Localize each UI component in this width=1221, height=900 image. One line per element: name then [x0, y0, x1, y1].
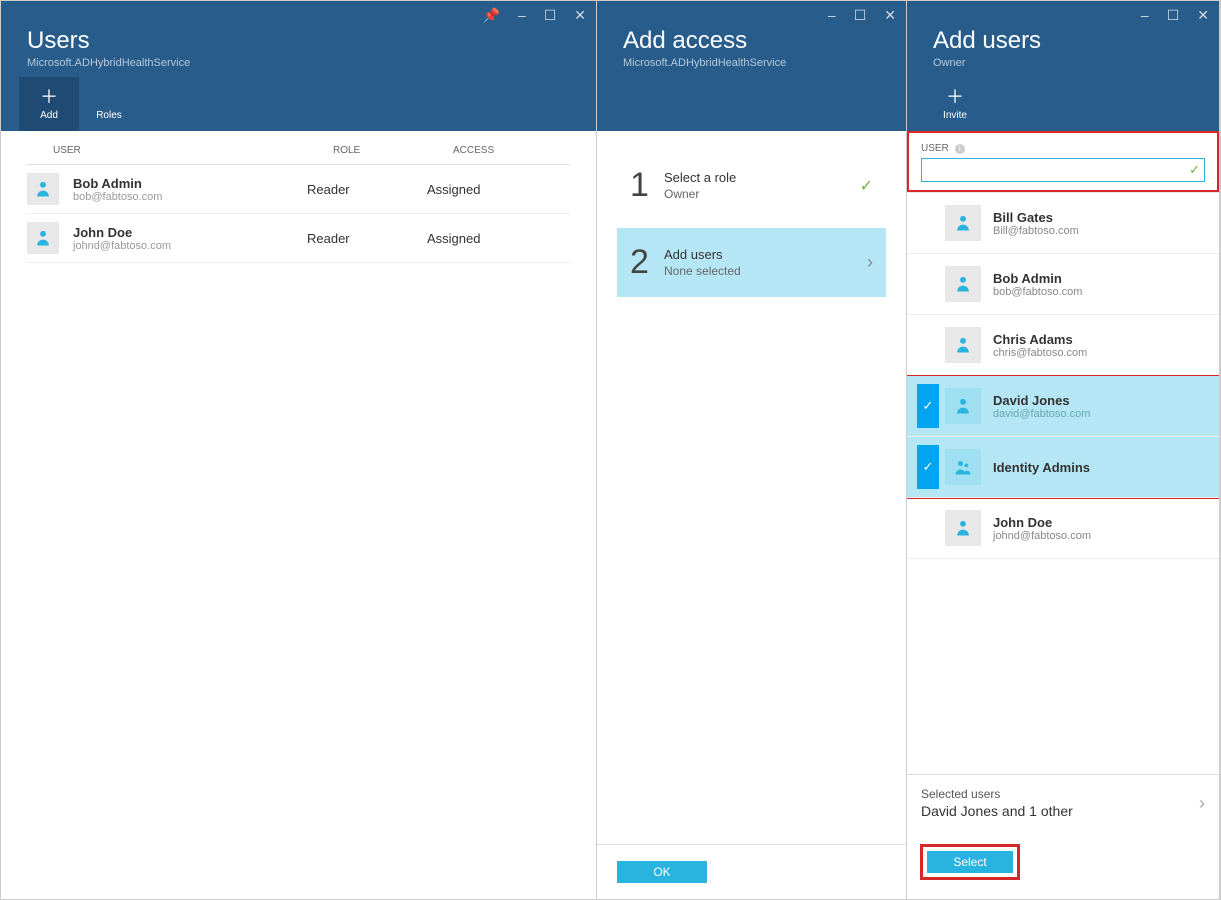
step-subtitle: None selected — [664, 264, 867, 278]
selected-label: Selected users — [921, 787, 1199, 801]
users-blade: 📌 – ☐ ✕ Users Microsoft.ADHybridHealthSe… — [1, 1, 597, 899]
wizard-step[interactable]: 1Select a role Owner✓ — [617, 151, 886, 220]
user-access: Assigned — [427, 231, 570, 246]
user-icon — [945, 327, 981, 363]
check-icon: ✓ — [860, 176, 873, 196]
user-name: John Doe — [993, 515, 1091, 530]
blade-subtitle: Owner — [933, 57, 1193, 69]
selection-indicator: ✓ — [917, 384, 939, 428]
group-icon — [945, 449, 981, 485]
plus-icon: ＋ — [40, 88, 58, 106]
plus-icon: ＋ — [946, 88, 964, 106]
user-icon — [27, 222, 59, 254]
user-icon — [945, 388, 981, 424]
maximize-icon[interactable]: ☐ — [1167, 7, 1180, 24]
col-access: ACCESS — [453, 145, 544, 156]
close-icon[interactable]: ✕ — [1197, 7, 1209, 24]
add-users-blade: – ☐ ✕ Add users Owner ＋ Invite USER — [907, 1, 1220, 899]
add-access-blade: – ☐ ✕ Add access Microsoft.ADHybridHealt… — [597, 1, 907, 899]
blade-title: Add access — [623, 27, 880, 55]
check-icon: ✓ — [1189, 162, 1200, 178]
blade-subtitle: Microsoft.ADHybridHealthService — [27, 57, 570, 69]
user-icon — [27, 173, 59, 205]
table-header: USER ROLE ACCESS — [27, 131, 570, 165]
selected-summary: David Jones and 1 other — [921, 803, 1199, 819]
user-list-item[interactable]: Chris Adamschris@fabtoso.com — [907, 315, 1219, 376]
selection-indicator — [917, 323, 939, 367]
chevron-right-icon: › — [1199, 793, 1205, 814]
selection-indicator — [917, 506, 939, 550]
user-name: Chris Adams — [993, 332, 1087, 347]
user-email: bob@fabtoso.com — [73, 191, 162, 203]
table-row[interactable]: Bob Adminbob@fabtoso.com ReaderAssigned — [27, 165, 570, 214]
user-email: chris@fabtoso.com — [993, 347, 1087, 359]
user-name: David Jones — [993, 393, 1090, 408]
user-search-input[interactable] — [928, 163, 1182, 177]
user-email: johnd@fabtoso.com — [993, 530, 1091, 542]
blade-title: Users — [27, 27, 570, 55]
select-button[interactable]: Select — [927, 851, 1013, 873]
invite-button[interactable]: ＋ Invite — [925, 77, 985, 131]
user-role: Reader — [307, 182, 427, 197]
user-list-item[interactable]: ✓ David Jonesdavid@fabtoso.com — [907, 376, 1219, 437]
ok-button[interactable]: OK — [617, 861, 707, 883]
close-icon[interactable]: ✕ — [574, 7, 586, 24]
minimize-icon[interactable]: – — [1141, 7, 1149, 24]
user-list-item[interactable]: Bob Adminbob@fabtoso.com — [907, 254, 1219, 315]
user-name: John Doe — [73, 225, 171, 240]
info-icon[interactable]: i — [955, 144, 965, 154]
pin-icon[interactable]: 📌 — [482, 7, 499, 24]
user-access: Assigned — [427, 182, 570, 197]
table-row[interactable]: John Doejohnd@fabtoso.com ReaderAssigned — [27, 214, 570, 263]
step-number: 1 — [630, 166, 664, 205]
user-email: bob@fabtoso.com — [993, 286, 1082, 298]
minimize-icon[interactable]: – — [518, 7, 526, 24]
wizard-step[interactable]: 2Add users None selected› — [617, 228, 886, 297]
maximize-icon[interactable]: ☐ — [544, 7, 557, 24]
user-list-item[interactable]: ✓ Identity Admins — [907, 437, 1219, 498]
user-role: Reader — [307, 231, 427, 246]
user-list-item[interactable]: John Doejohnd@fabtoso.com — [907, 498, 1219, 559]
maximize-icon[interactable]: ☐ — [854, 7, 867, 24]
step-subtitle: Owner — [664, 187, 860, 201]
user-email: Bill@fabtoso.com — [993, 225, 1079, 237]
user-search-area: USER i ✓ — [907, 131, 1219, 192]
step-number: 2 — [630, 243, 664, 282]
user-list-item[interactable]: Bill GatesBill@fabtoso.com — [907, 193, 1219, 254]
col-role: ROLE — [333, 145, 453, 156]
selection-indicator: ✓ — [917, 445, 939, 489]
col-user: USER — [53, 145, 333, 156]
user-icon — [945, 266, 981, 302]
blade-subtitle: Microsoft.ADHybridHealthService — [623, 57, 880, 69]
user-name: Bob Admin — [73, 176, 162, 191]
selected-users-panel[interactable]: Selected users David Jones and 1 other › — [907, 774, 1219, 831]
step-title: Add users — [664, 247, 867, 262]
user-name: Bob Admin — [993, 271, 1082, 286]
blade-title: Add users — [933, 27, 1193, 55]
roles-button[interactable]: Roles — [79, 77, 139, 131]
selection-indicator — [917, 201, 939, 245]
add-button[interactable]: ＋ Add — [19, 77, 79, 131]
chevron-right-icon: › — [867, 252, 873, 273]
minimize-icon[interactable]: – — [828, 7, 836, 24]
step-title: Select a role — [664, 170, 860, 185]
user-name: Bill Gates — [993, 210, 1079, 225]
blade-header: 📌 – ☐ ✕ Users Microsoft.ADHybridHealthSe… — [1, 1, 596, 131]
close-icon[interactable]: ✕ — [884, 7, 896, 24]
search-label: USER — [921, 143, 949, 154]
user-email: johnd@fabtoso.com — [73, 240, 171, 252]
user-email: david@fabtoso.com — [993, 408, 1090, 420]
user-name: Identity Admins — [993, 460, 1090, 475]
user-icon — [945, 510, 981, 546]
selection-indicator — [917, 262, 939, 306]
user-icon — [945, 205, 981, 241]
